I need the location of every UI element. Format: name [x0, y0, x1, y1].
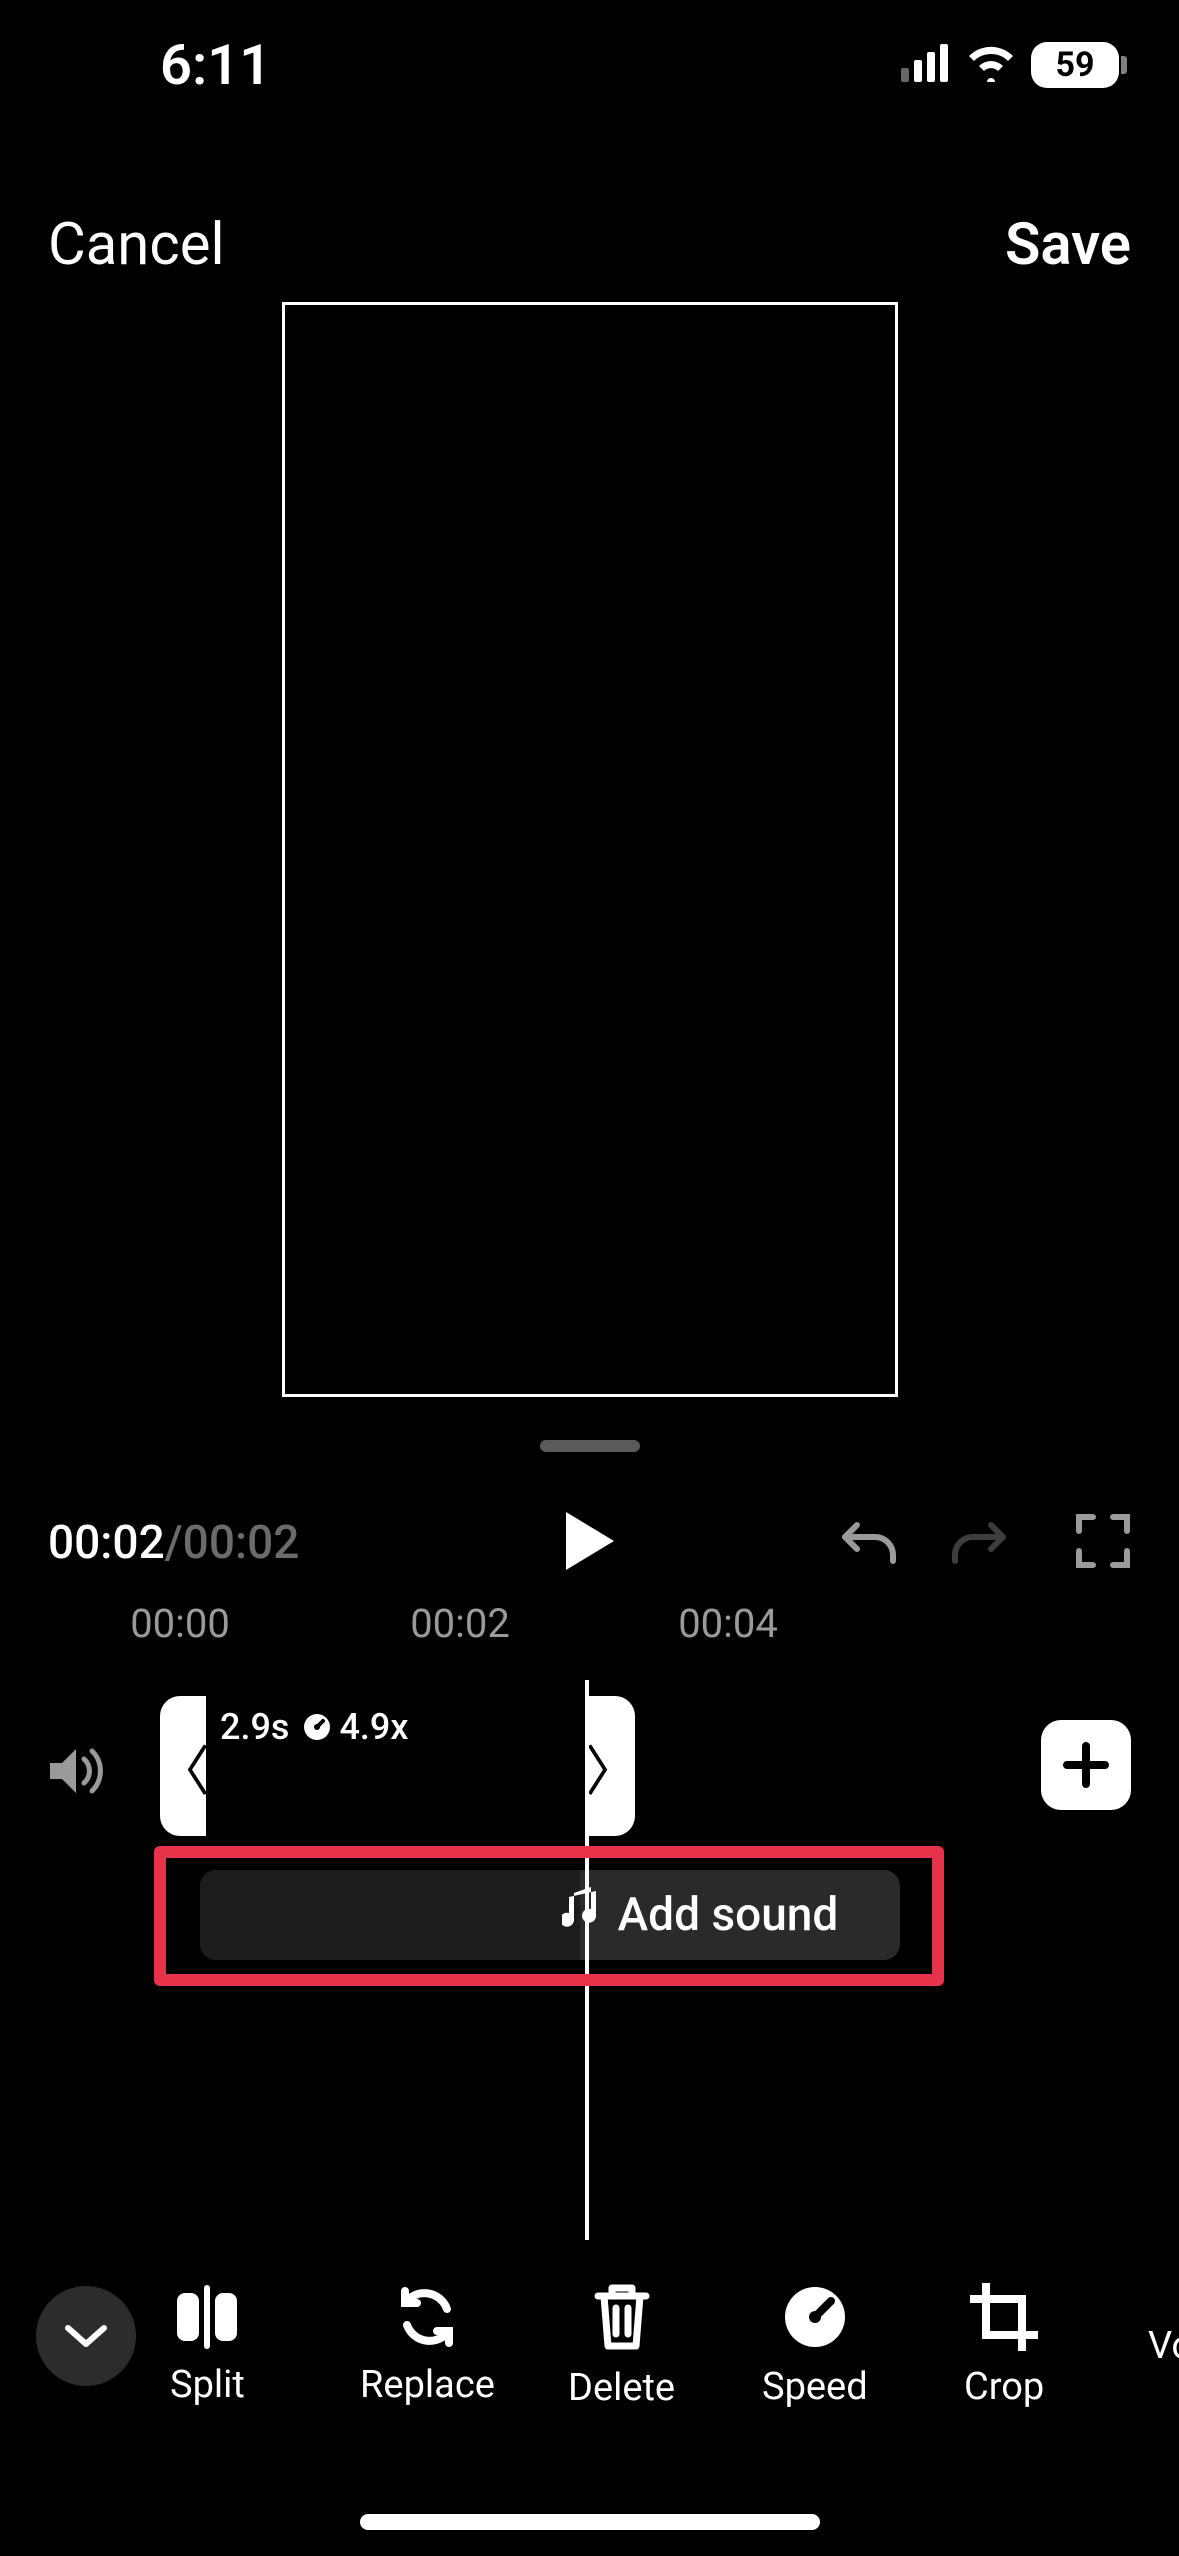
plus-icon: [1061, 1740, 1111, 1790]
chevron-down-icon: [64, 2322, 108, 2350]
trash-icon: [592, 2282, 652, 2356]
delete-button[interactable]: Delete: [568, 2282, 675, 2410]
clip-speed-badge: 4.9x: [303, 1706, 408, 1748]
add-sound-label: Add sound: [618, 1888, 839, 1942]
home-indicator: [360, 2514, 820, 2530]
undo-button[interactable]: [839, 1511, 899, 1575]
cellular-icon: [901, 44, 951, 86]
volume-icon[interactable]: [48, 1745, 108, 1801]
clip-body[interactable]: 2.9s 4.9x: [206, 1696, 589, 1836]
music-note-icon: [562, 1887, 600, 1943]
playhead[interactable]: [585, 1680, 589, 2240]
timeline-ruler[interactable]: 00:00 00:02 00:04: [0, 1600, 1179, 1660]
split-button[interactable]: Split: [170, 2285, 245, 2407]
fullscreen-button[interactable]: [1075, 1513, 1131, 1573]
redo-button[interactable]: [949, 1511, 1009, 1575]
status-bar: 6:11 59: [0, 0, 1179, 130]
nav-bar: Cancel Save: [0, 195, 1179, 295]
delete-label: Delete: [568, 2366, 675, 2410]
clip-duration: 2.9s: [220, 1706, 289, 1826]
speed-icon: [303, 1713, 331, 1741]
video-preview[interactable]: [282, 302, 898, 1397]
crop-icon: [970, 2283, 1038, 2355]
add-clip-button[interactable]: [1041, 1720, 1131, 1810]
split-label: Split: [170, 2363, 245, 2407]
wifi-icon: [965, 44, 1017, 86]
clip-handle-left[interactable]: 〈: [160, 1696, 206, 1836]
status-time: 6:11: [160, 32, 271, 98]
add-sound-button[interactable]: Add sound: [200, 1870, 900, 1960]
panel-drag-handle[interactable]: [540, 1440, 640, 1452]
split-icon: [171, 2285, 243, 2353]
time-display: 00:02/00:02: [48, 1516, 299, 1570]
play-button[interactable]: [562, 1510, 618, 1576]
cancel-button[interactable]: Cancel: [48, 211, 225, 279]
volume-label: Vo: [1148, 2324, 1179, 2368]
replace-label: Replace: [360, 2363, 495, 2407]
replace-icon: [391, 2285, 463, 2353]
ruler-tick: 00:00: [130, 1600, 230, 1647]
time-current: 00:02: [48, 1516, 165, 1570]
replace-button[interactable]: Replace: [360, 2285, 495, 2407]
ruler-tick: 00:02: [410, 1600, 510, 1647]
speed-label: Speed: [762, 2365, 868, 2409]
ruler-tick: 00:04: [678, 1600, 778, 1647]
crop-button[interactable]: Crop: [964, 2283, 1044, 2409]
edit-toolbar: Split Replace Delete Speed Crop Vo: [0, 2256, 1179, 2436]
save-button[interactable]: Save: [1005, 211, 1131, 279]
time-total: 00:02: [183, 1516, 300, 1570]
battery-indicator: 59: [1031, 42, 1119, 88]
crop-label: Crop: [964, 2365, 1044, 2409]
collapse-toolbar-button[interactable]: [36, 2286, 136, 2386]
volume-tool-button[interactable]: Vo: [1148, 2324, 1179, 2368]
sound-progress-area: [200, 1870, 580, 1960]
status-right-cluster: 59: [901, 42, 1119, 88]
speed-button[interactable]: Speed: [762, 2283, 868, 2409]
playback-controls: 00:02/00:02: [0, 1498, 1179, 1588]
speed-icon: [781, 2283, 849, 2355]
video-clip[interactable]: 〈 2.9s 4.9x 〉: [160, 1696, 635, 1836]
clip-handle-right[interactable]: 〉: [589, 1696, 635, 1836]
